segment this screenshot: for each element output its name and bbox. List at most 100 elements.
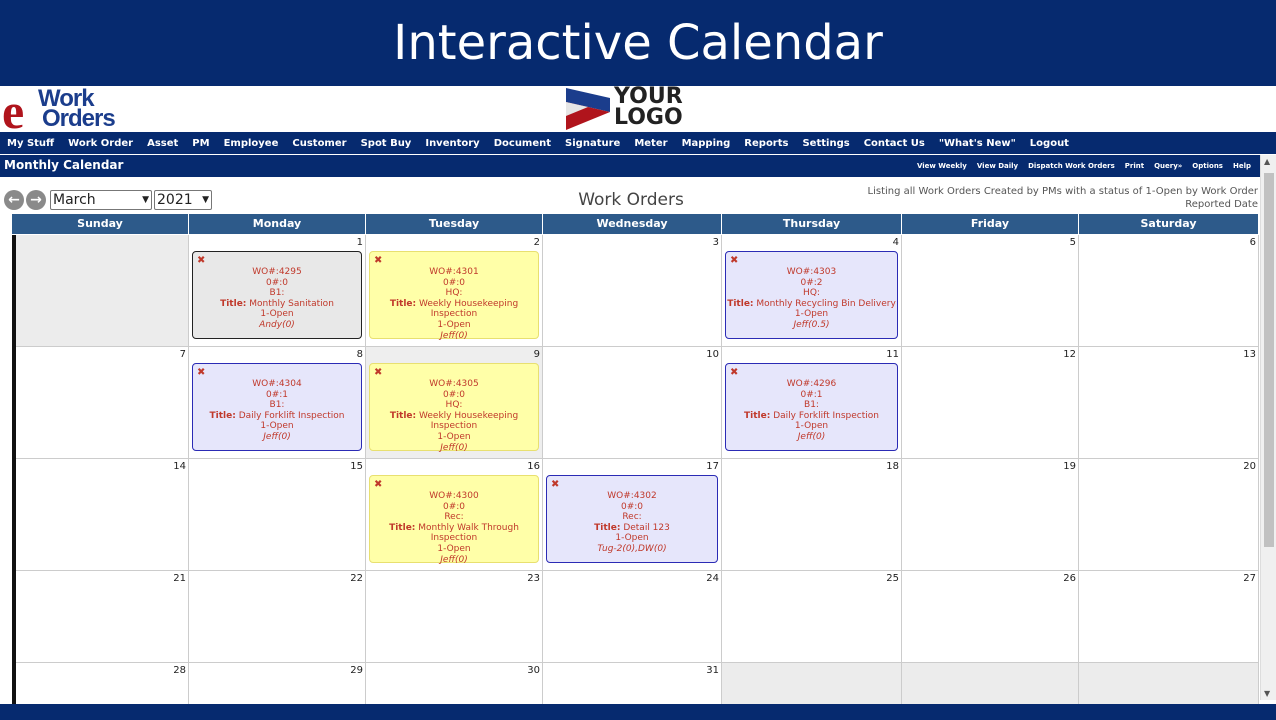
calendar-day-cell[interactable]: 12 <box>902 347 1079 459</box>
day-number[interactable]: 19 <box>1063 461 1076 472</box>
menu-item[interactable]: Settings <box>797 138 854 149</box>
calendar-day-cell[interactable]: 26 <box>902 571 1079 663</box>
day-number[interactable]: 6 <box>1250 237 1256 248</box>
calendar-day-cell[interactable]: 10 <box>543 347 722 459</box>
day-number[interactable]: 18 <box>886 461 899 472</box>
menu-item[interactable]: Inventory <box>420 138 484 149</box>
toolbar-link[interactable]: Print <box>1120 162 1149 170</box>
toolbar-link[interactable]: Help <box>1228 162 1256 170</box>
day-number[interactable]: 22 <box>350 573 363 584</box>
menu-item[interactable]: Work Order <box>63 138 138 149</box>
calendar-day-cell[interactable]: 23 <box>366 571 543 663</box>
toolbar-link[interactable]: View Weekly <box>912 162 972 170</box>
calendar-day-cell[interactable]: 29 <box>189 663 366 704</box>
wo-number[interactable]: WO#:4295 <box>193 267 361 278</box>
scroll-up-icon[interactable]: ▲ <box>1264 157 1270 166</box>
menu-item[interactable]: Document <box>489 138 556 149</box>
day-number[interactable]: 24 <box>706 573 719 584</box>
day-number[interactable]: 16 <box>527 461 540 472</box>
day-number[interactable]: 15 <box>350 461 363 472</box>
day-number[interactable]: 10 <box>706 349 719 360</box>
day-number[interactable]: 17 <box>706 461 719 472</box>
work-order-card[interactable]: ✖ WO#:4304 0#:1 B1: Title: Daily Forklift In… <box>192 363 362 451</box>
calendar-day-cell[interactable]: 6 <box>1079 235 1259 347</box>
toolbar-link[interactable]: Options <box>1187 162 1228 170</box>
wo-number[interactable]: WO#:4296 <box>726 379 897 390</box>
eworkorders-logo[interactable]: e Work Orders <box>2 83 132 139</box>
work-order-card[interactable]: ✖ WO#:4296 0#:1 B1: Title: Daily Forklift In… <box>725 363 898 451</box>
menu-item[interactable]: My Stuff <box>2 138 59 149</box>
calendar-day-cell[interactable]: 20 <box>1079 459 1259 571</box>
day-number[interactable]: 30 <box>527 665 540 676</box>
menu-item[interactable]: Meter <box>629 138 672 149</box>
menu-item[interactable]: Employee <box>219 138 284 149</box>
work-order-card[interactable]: ✖ WO#:4300 0#:0 Rec: Title: Monthly Walk Thr… <box>369 475 539 565</box>
wo-number[interactable]: WO#:4302 <box>547 491 717 502</box>
menu-item[interactable]: Mapping <box>677 138 736 149</box>
day-number[interactable]: 23 <box>527 573 540 584</box>
day-number[interactable]: 25 <box>886 573 899 584</box>
next-month-icon[interactable]: → <box>26 190 46 210</box>
menu-item[interactable]: Spot Buy <box>356 138 417 149</box>
wo-number[interactable]: WO#:4304 <box>193 379 361 390</box>
prev-month-icon[interactable]: ← <box>4 190 24 210</box>
work-order-card[interactable]: ✖ WO#:4302 0#:0 Rec: Title: Detail 123 1-Open… <box>546 475 718 563</box>
menu-item[interactable]: PM <box>187 138 214 149</box>
day-number[interactable]: 8 <box>357 349 363 360</box>
menu-item[interactable]: Reports <box>739 138 793 149</box>
calendar-day-cell[interactable]: 5 <box>902 235 1079 347</box>
day-number[interactable]: 13 <box>1243 349 1256 360</box>
calendar-day-cell[interactable]: 28 <box>12 663 189 704</box>
calendar-day-cell[interactable]: 19 <box>902 459 1079 571</box>
calendar-day-cell[interactable]: 13 <box>1079 347 1259 459</box>
calendar-day-cell[interactable]: 3 <box>543 235 722 347</box>
year-select[interactable]: 2021 ▼ <box>154 190 212 210</box>
work-order-card[interactable]: ✖ WO#:4303 0#:2 HQ: Title: Monthly Recycling… <box>725 251 898 339</box>
wo-number[interactable]: WO#:4303 <box>726 267 897 278</box>
day-number[interactable]: 26 <box>1063 573 1076 584</box>
day-number[interactable]: 9 <box>534 349 540 360</box>
day-number[interactable]: 11 <box>886 349 899 360</box>
menu-item[interactable]: Customer <box>287 138 351 149</box>
calendar-day-cell[interactable]: 21 <box>12 571 189 663</box>
wo-number[interactable]: WO#:4301 <box>370 267 538 278</box>
calendar-day-cell[interactable]: 18 <box>722 459 902 571</box>
day-number[interactable]: 20 <box>1243 461 1256 472</box>
menu-item[interactable]: Signature <box>560 138 625 149</box>
wo-number[interactable]: WO#:4305 <box>370 379 538 390</box>
day-number[interactable]: 1 <box>357 237 363 248</box>
day-number[interactable]: 12 <box>1063 349 1076 360</box>
calendar-day-cell[interactable]: 25 <box>722 571 902 663</box>
month-select[interactable]: March ▼ <box>50 190 152 210</box>
day-number[interactable]: 21 <box>173 573 186 584</box>
day-number[interactable]: 29 <box>350 665 363 676</box>
day-number[interactable]: 5 <box>1070 237 1076 248</box>
calendar-day-cell[interactable]: 14 <box>12 459 189 571</box>
day-number[interactable]: 2 <box>534 237 540 248</box>
calendar-day-cell[interactable]: 22 <box>189 571 366 663</box>
calendar-day-cell[interactable]: 24 <box>543 571 722 663</box>
menu-item[interactable]: "What's New" <box>934 138 1021 149</box>
calendar-day-cell[interactable]: 30 <box>366 663 543 704</box>
calendar-day-cell[interactable]: 31 <box>543 663 722 704</box>
toolbar-link[interactable]: Dispatch Work Orders <box>1023 162 1120 170</box>
menu-item[interactable]: Asset <box>142 138 183 149</box>
calendar-day-cell[interactable]: 7 <box>12 347 189 459</box>
scrollbar-thumb[interactable] <box>1264 173 1274 547</box>
work-order-card[interactable]: ✖ WO#:4295 0#:0 B1: Title: Monthly Sanitatio… <box>192 251 362 339</box>
work-order-card[interactable]: ✖ WO#:4301 0#:0 HQ: Title: Weekly Housekeepi… <box>369 251 539 341</box>
day-number[interactable]: 4 <box>893 237 899 248</box>
work-order-card[interactable]: ✖ WO#:4305 0#:0 HQ: Title: Weekly Housekeepi… <box>369 363 539 453</box>
menu-item[interactable]: Logout <box>1025 138 1074 149</box>
vertical-scrollbar[interactable]: ▲ ▼ <box>1260 155 1276 700</box>
toolbar-link[interactable]: Query» <box>1149 162 1187 170</box>
toolbar-link[interactable]: View Daily <box>972 162 1023 170</box>
day-number[interactable]: 7 <box>180 349 186 360</box>
menu-item[interactable]: Contact Us <box>859 138 930 149</box>
calendar-day-cell[interactable]: 15 <box>189 459 366 571</box>
day-number[interactable]: 31 <box>706 665 719 676</box>
scroll-down-icon[interactable]: ▼ <box>1264 689 1270 698</box>
calendar-day-cell[interactable]: 27 <box>1079 571 1259 663</box>
day-number[interactable]: 3 <box>713 237 719 248</box>
day-number[interactable]: 28 <box>173 665 186 676</box>
